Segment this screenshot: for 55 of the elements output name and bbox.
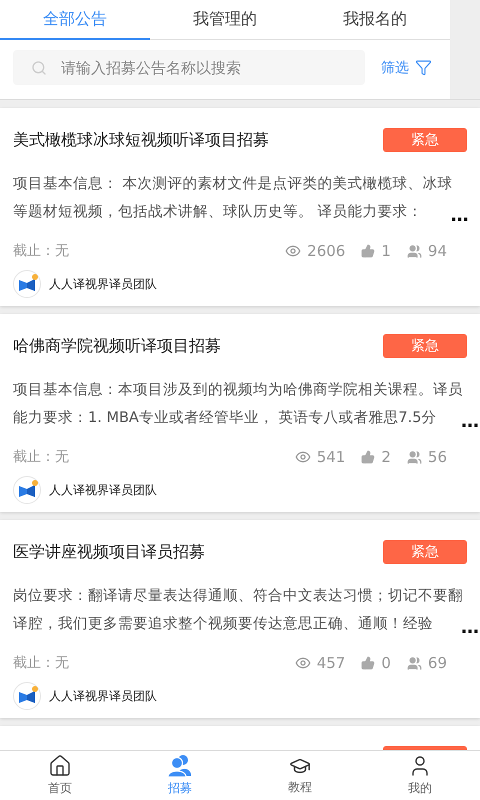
team-logo xyxy=(13,270,41,298)
post-card[interactable]: 医学讲座视频项目译员招募 紧急 岗位要求：翻译请尽量表达得通顺、符合中文表达习惯；切记不要翻 译腔，我们更多需要追求整个视频要传达意思正确、通顺！经验 … 截止：无 457 0 69 人人译视界译员团队 xyxy=(0,520,480,718)
thumbs-up-icon xyxy=(361,656,376,670)
urgent-tag: 紧急 xyxy=(383,540,467,564)
filter-button[interactable]: 筛选 xyxy=(381,58,432,76)
team-name: 人人译视界译员团队 xyxy=(49,482,157,498)
view-count: 457 xyxy=(316,654,346,672)
team-logo xyxy=(13,476,41,504)
ellipsis: … xyxy=(450,205,469,226)
team-logo xyxy=(13,682,41,710)
ellipsis: … xyxy=(461,617,479,638)
eye-icon xyxy=(285,243,302,259)
nav-tab[interactable]: 招募 xyxy=(120,751,240,800)
post-title: 哈佛商学院视频听译项目招募 xyxy=(13,336,221,356)
like-count: 0 xyxy=(381,654,391,672)
eye-icon xyxy=(294,449,311,465)
team-name: 人人译视界译员团队 xyxy=(49,276,157,292)
tab[interactable]: 我管理的 xyxy=(150,0,300,40)
post-description: 岗位要求：翻译请尽量表达得通顺、符合中文表达习惯；切记不要翻 译腔，我们更多需要追求整个视频要传达意思正确、通顺！经验 xyxy=(13,587,463,632)
home-icon xyxy=(48,754,72,778)
urgent-tag: 紧急 xyxy=(383,128,467,152)
nav-tab[interactable]: 我的 xyxy=(360,751,480,800)
post-card[interactable]: 哈佛商学院视频听译项目招募 紧急 项目基本信息：本项目涉及到的视频均为哈佛商学院相关课程。译员 能力要求：1. MBA专业或者经管毕业， 英语专八或者雅思7.5分 … 截止：无 541 2 56 人人译视界译员团队 xyxy=(0,314,480,512)
people-icon xyxy=(167,754,193,778)
like-count: 2 xyxy=(381,448,391,466)
tab[interactable]: 我报名的 xyxy=(300,0,450,40)
users-icon xyxy=(406,244,422,258)
post-title: 医学讲座视频项目译员招募 xyxy=(13,542,205,562)
users-icon xyxy=(406,450,422,464)
deadline-text: 截止：无 xyxy=(13,448,69,466)
post-description: 项目基本信息： 本次测评的素材文件是点评类的美式橄榄球、冰球 等题材短视频，包括战术讲解、球队历史等。 译员能力要求： xyxy=(13,174,453,220)
view-count: 2606 xyxy=(307,242,346,260)
thumbs-up-icon xyxy=(361,244,376,258)
post-title: 美式橄榄球冰球短视频听译项目招募 xyxy=(13,130,269,150)
thumbs-up-icon xyxy=(361,450,376,464)
search-field[interactable]: 请输入招募公告名称以搜索 xyxy=(13,50,365,85)
ellipsis: … xyxy=(461,411,479,432)
member-count: 69 xyxy=(428,654,447,672)
users-icon xyxy=(406,656,422,670)
like-count: 1 xyxy=(381,242,391,260)
member-count: 56 xyxy=(428,448,447,466)
tab[interactable]: 全部公告 xyxy=(0,0,150,40)
deadline-text: 截止：无 xyxy=(13,654,69,672)
post-description: 项目基本信息：本项目涉及到的视频均为哈佛商学院相关课程。译员 能力要求：1. MBA专业或者经管毕业， 英语专八或者雅思7.5分 xyxy=(13,380,463,426)
nav-tab[interactable]: 教程 xyxy=(240,751,360,800)
view-count: 541 xyxy=(316,448,346,466)
deadline-text: 截止：无 xyxy=(13,242,69,260)
filter-icon xyxy=(415,59,432,76)
eye-icon xyxy=(294,655,311,671)
team-name: 人人译视界译员团队 xyxy=(49,688,157,704)
nav-tab[interactable]: 首页 xyxy=(0,751,120,800)
search-icon xyxy=(31,60,47,76)
urgent-tag: 紧急 xyxy=(383,334,467,358)
post-card[interactable]: 美式橄榄球冰球短视频听译项目招募 紧急 项目基本信息： 本次测评的素材文件是点评类的美式橄榄球、冰球 等题材短视频，包括战术讲解、球队历史等。 译员能力要求： … 截止：无 2606 1 94 人人译视界译员团队 xyxy=(0,108,480,306)
member-count: 94 xyxy=(428,242,447,260)
